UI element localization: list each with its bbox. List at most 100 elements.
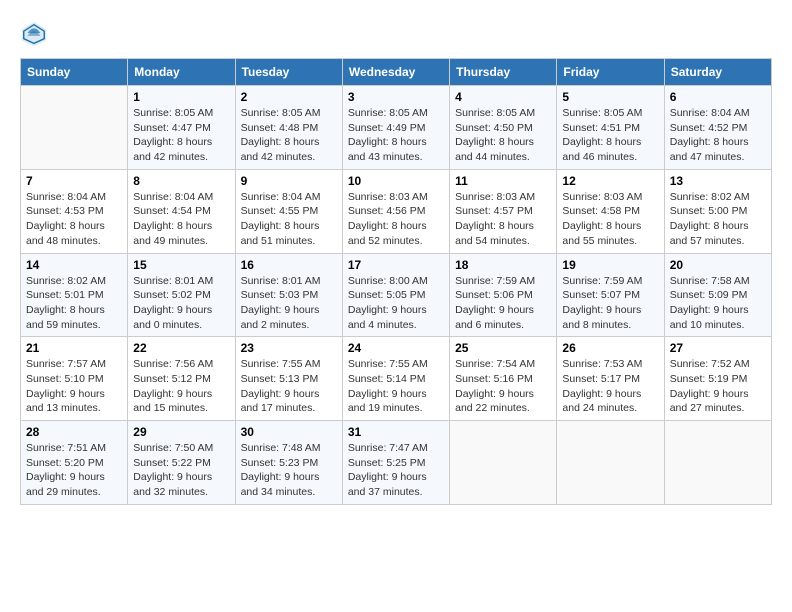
calendar-table: SundayMondayTuesdayWednesdayThursdayFrid… [20, 58, 772, 505]
calendar-cell: 30 Sunrise: 7:48 AMSunset: 5:23 PMDayligh… [235, 421, 342, 505]
day-number: 31 [348, 425, 444, 439]
day-info: Sunrise: 7:52 AMSunset: 5:19 PMDaylight:… [670, 357, 766, 416]
calendar-cell [557, 421, 664, 505]
calendar-cell [21, 86, 128, 170]
calendar-cell: 22 Sunrise: 7:56 AMSunset: 5:12 PMDayligh… [128, 337, 235, 421]
calendar-week-row: 1 Sunrise: 8:05 AMSunset: 4:47 PMDaylight… [21, 86, 772, 170]
day-info: Sunrise: 7:53 AMSunset: 5:17 PMDaylight:… [562, 357, 658, 416]
day-number: 13 [670, 174, 766, 188]
day-info: Sunrise: 7:51 AMSunset: 5:20 PMDaylight:… [26, 441, 122, 500]
day-info: Sunrise: 8:01 AMSunset: 5:02 PMDaylight:… [133, 274, 229, 333]
day-number: 5 [562, 90, 658, 104]
day-number: 6 [670, 90, 766, 104]
calendar-cell: 15 Sunrise: 8:01 AMSunset: 5:02 PMDayligh… [128, 253, 235, 337]
day-number: 20 [670, 258, 766, 272]
day-number: 30 [241, 425, 337, 439]
day-info: Sunrise: 7:58 AMSunset: 5:09 PMDaylight:… [670, 274, 766, 333]
day-info: Sunrise: 8:05 AMSunset: 4:48 PMDaylight:… [241, 106, 337, 165]
calendar-cell: 11 Sunrise: 8:03 AMSunset: 4:57 PMDayligh… [450, 169, 557, 253]
day-number: 7 [26, 174, 122, 188]
calendar-cell: 2Sunrise: 8:05 AMSunset: 4:48 PMDaylight… [235, 86, 342, 170]
calendar-cell: 24 Sunrise: 7:55 AMSunset: 5:14 PMDayligh… [342, 337, 449, 421]
calendar-cell: 6 Sunrise: 8:04 AMSunset: 4:52 PMDaylight… [664, 86, 771, 170]
day-number: 21 [26, 341, 122, 355]
day-number: 14 [26, 258, 122, 272]
calendar-cell: 23 Sunrise: 7:55 AMSunset: 5:13 PMDayligh… [235, 337, 342, 421]
calendar-cell [664, 421, 771, 505]
day-number: 29 [133, 425, 229, 439]
calendar-cell: 10 Sunrise: 8:03 AMSunset: 4:56 PMDayligh… [342, 169, 449, 253]
weekday-header-monday: Monday [128, 59, 235, 86]
day-info: Sunrise: 7:55 AMSunset: 5:13 PMDaylight:… [241, 357, 337, 416]
day-info: Sunrise: 8:05 AMSunset: 4:51 PMDaylight:… [562, 106, 658, 165]
calendar-cell: 26 Sunrise: 7:53 AMSunset: 5:17 PMDayligh… [557, 337, 664, 421]
day-info: Sunrise: 8:04 AMSunset: 4:55 PMDaylight:… [241, 190, 337, 249]
day-info: Sunrise: 8:02 AMSunset: 5:00 PMDaylight:… [670, 190, 766, 249]
calendar-cell: 13 Sunrise: 8:02 AMSunset: 5:00 PMDayligh… [664, 169, 771, 253]
day-number: 4 [455, 90, 551, 104]
day-info: Sunrise: 7:55 AMSunset: 5:14 PMDaylight:… [348, 357, 444, 416]
day-number: 23 [241, 341, 337, 355]
day-info: Sunrise: 8:04 AMSunset: 4:54 PMDaylight:… [133, 190, 229, 249]
day-info: Sunrise: 7:56 AMSunset: 5:12 PMDaylight:… [133, 357, 229, 416]
calendar-cell: 4 Sunrise: 8:05 AMSunset: 4:50 PMDaylight… [450, 86, 557, 170]
day-number: 11 [455, 174, 551, 188]
calendar-cell: 3Sunrise: 8:05 AMSunset: 4:49 PMDaylight… [342, 86, 449, 170]
calendar-cell [450, 421, 557, 505]
day-info: Sunrise: 8:00 AMSunset: 5:05 PMDaylight:… [348, 274, 444, 333]
calendar-cell: 25 Sunrise: 7:54 AMSunset: 5:16 PMDayligh… [450, 337, 557, 421]
day-number: 26 [562, 341, 658, 355]
day-number: 15 [133, 258, 229, 272]
day-number: 19 [562, 258, 658, 272]
calendar-cell: 27Sunrise: 7:52 AMSunset: 5:19 PMDayligh… [664, 337, 771, 421]
day-number: 17 [348, 258, 444, 272]
calendar-cell: 29 Sunrise: 7:50 AMSunset: 5:22 PMDayligh… [128, 421, 235, 505]
day-number: 18 [455, 258, 551, 272]
day-info: Sunrise: 8:05 AMSunset: 4:50 PMDaylight:… [455, 106, 551, 165]
calendar-cell: 12 Sunrise: 8:03 AMSunset: 4:58 PMDayligh… [557, 169, 664, 253]
weekday-header-sunday: Sunday [21, 59, 128, 86]
day-number: 12 [562, 174, 658, 188]
page-header [20, 20, 772, 48]
weekday-header-row: SundayMondayTuesdayWednesdayThursdayFrid… [21, 59, 772, 86]
logo [20, 20, 52, 48]
weekday-header-wednesday: Wednesday [342, 59, 449, 86]
day-number: 3 [348, 90, 444, 104]
day-info: Sunrise: 8:01 AMSunset: 5:03 PMDaylight:… [241, 274, 337, 333]
day-number: 24 [348, 341, 444, 355]
day-number: 10 [348, 174, 444, 188]
weekday-header-friday: Friday [557, 59, 664, 86]
calendar-cell: 21 Sunrise: 7:57 AMSunset: 5:10 PMDayligh… [21, 337, 128, 421]
day-number: 1 [133, 90, 229, 104]
day-info: Sunrise: 8:05 AMSunset: 4:47 PMDaylight:… [133, 106, 229, 165]
day-info: Sunrise: 7:59 AMSunset: 5:07 PMDaylight:… [562, 274, 658, 333]
day-info: Sunrise: 7:50 AMSunset: 5:22 PMDaylight:… [133, 441, 229, 500]
day-number: 8 [133, 174, 229, 188]
day-info: Sunrise: 7:57 AMSunset: 5:10 PMDaylight:… [26, 357, 122, 416]
day-info: Sunrise: 8:03 AMSunset: 4:57 PMDaylight:… [455, 190, 551, 249]
calendar-week-row: 28Sunrise: 7:51 AMSunset: 5:20 PMDayligh… [21, 421, 772, 505]
calendar-cell: 14Sunrise: 8:02 AMSunset: 5:01 PMDayligh… [21, 253, 128, 337]
day-info: Sunrise: 7:59 AMSunset: 5:06 PMDaylight:… [455, 274, 551, 333]
weekday-header-thursday: Thursday [450, 59, 557, 86]
day-number: 9 [241, 174, 337, 188]
day-info: Sunrise: 8:03 AMSunset: 4:58 PMDaylight:… [562, 190, 658, 249]
logo-icon [20, 20, 48, 48]
calendar-cell: 31 Sunrise: 7:47 AMSunset: 5:25 PMDayligh… [342, 421, 449, 505]
calendar-week-row: 21 Sunrise: 7:57 AMSunset: 5:10 PMDayligh… [21, 337, 772, 421]
day-info: Sunrise: 8:03 AMSunset: 4:56 PMDaylight:… [348, 190, 444, 249]
day-info: Sunrise: 8:04 AMSunset: 4:53 PMDaylight:… [26, 190, 122, 249]
calendar-cell: 16 Sunrise: 8:01 AMSunset: 5:03 PMDayligh… [235, 253, 342, 337]
calendar-cell: 8 Sunrise: 8:04 AMSunset: 4:54 PMDaylight… [128, 169, 235, 253]
day-info: Sunrise: 7:54 AMSunset: 5:16 PMDaylight:… [455, 357, 551, 416]
calendar-cell: 19 Sunrise: 7:59 AMSunset: 5:07 PMDayligh… [557, 253, 664, 337]
day-info: Sunrise: 8:04 AMSunset: 4:52 PMDaylight:… [670, 106, 766, 165]
day-number: 25 [455, 341, 551, 355]
day-info: Sunrise: 7:48 AMSunset: 5:23 PMDaylight:… [241, 441, 337, 500]
day-number: 16 [241, 258, 337, 272]
day-number: 22 [133, 341, 229, 355]
calendar-cell: 5 Sunrise: 8:05 AMSunset: 4:51 PMDaylight… [557, 86, 664, 170]
weekday-header-saturday: Saturday [664, 59, 771, 86]
calendar-week-row: 7 Sunrise: 8:04 AMSunset: 4:53 PMDaylight… [21, 169, 772, 253]
day-info: Sunrise: 7:47 AMSunset: 5:25 PMDaylight:… [348, 441, 444, 500]
